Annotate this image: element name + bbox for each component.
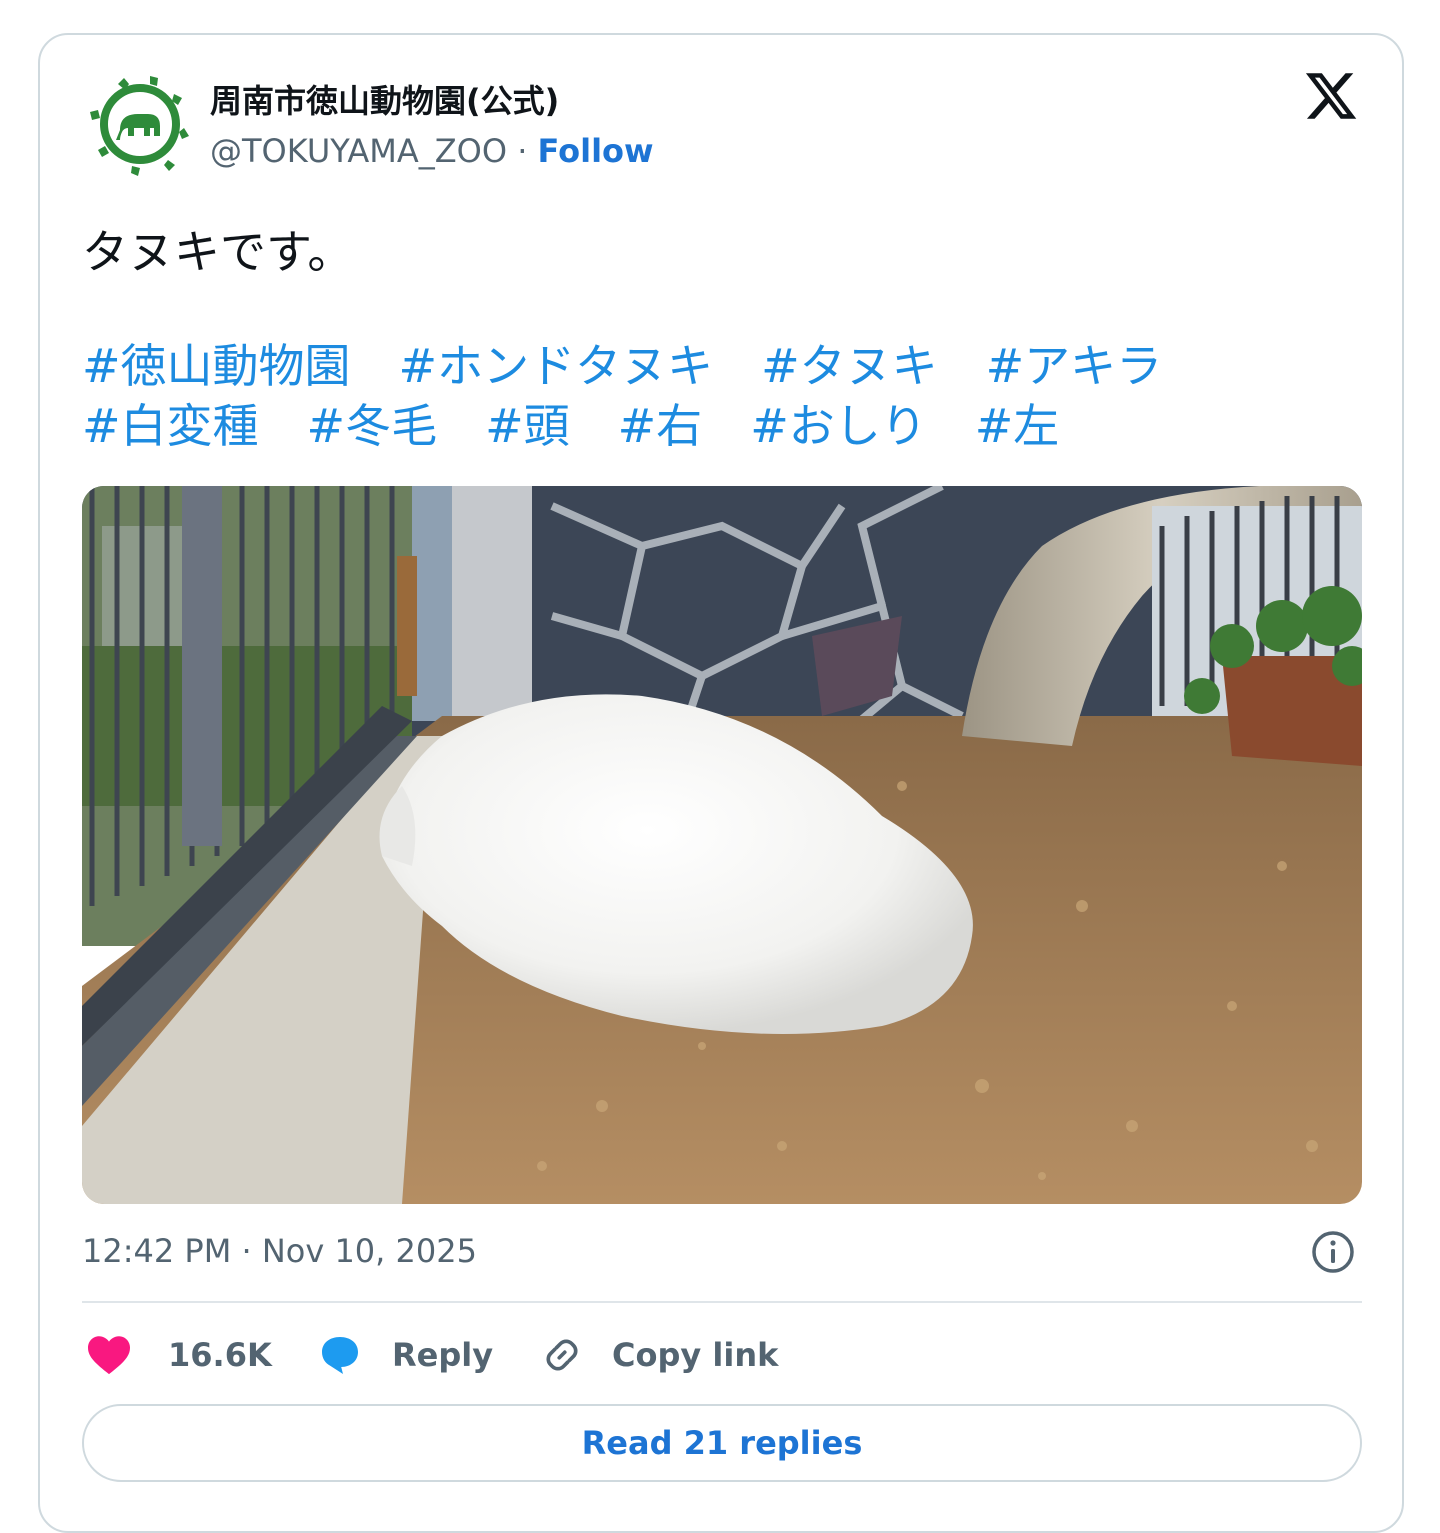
- hashtag-link[interactable]: #徳山動物園: [82, 336, 351, 396]
- hashtag-link[interactable]: #冬毛: [307, 396, 438, 456]
- tweet-timestamp[interactable]: 12:42 PM · Nov 10, 2025: [82, 1232, 477, 1270]
- reply-button[interactable]: Reply: [316, 1330, 493, 1380]
- hashtag-list: #徳山動物園 #ホンドタヌキ #タヌキ #アキラ #白変種 #冬毛 #頭 #右 #おしり #左: [82, 336, 1342, 456]
- hashtag-link[interactable]: #おしり: [750, 396, 927, 456]
- follow-button[interactable]: Follow: [538, 132, 654, 170]
- zoo-elephant-logo-icon: [90, 74, 190, 176]
- divider: [82, 1301, 1362, 1303]
- tweet-text: タヌキです。: [82, 225, 354, 279]
- avatar[interactable]: [88, 72, 192, 176]
- read-replies-label: Read 21 replies: [581, 1424, 863, 1462]
- tweet-photo[interactable]: [82, 486, 1362, 1204]
- like-button[interactable]: 16.6K: [86, 1330, 272, 1380]
- like-count: 16.6K: [168, 1336, 272, 1374]
- x-logo-icon[interactable]: [1303, 68, 1359, 124]
- copy-link-label: Copy link: [612, 1336, 779, 1374]
- account-name[interactable]: 周南市徳山動物園(公式): [210, 76, 559, 122]
- read-replies-button[interactable]: Read 21 replies: [82, 1404, 1362, 1482]
- hashtag-link[interactable]: #左: [975, 396, 1060, 456]
- handle-row: @TOKUYAMA_ZOO · Follow: [210, 132, 654, 170]
- hashtag-link[interactable]: #頭: [485, 396, 570, 456]
- hashtag-link[interactable]: #白変種: [82, 396, 259, 456]
- hashtag-link[interactable]: #タヌキ: [761, 336, 938, 396]
- hashtag-link[interactable]: #アキラ: [986, 336, 1163, 396]
- link-icon: [546, 1339, 578, 1371]
- account-handle[interactable]: @TOKUYAMA_ZOO: [210, 132, 507, 170]
- hashtag-link[interactable]: #ホンドタヌキ: [399, 336, 714, 396]
- copy-link-button[interactable]: Copy link: [540, 1330, 778, 1380]
- hashtag-link[interactable]: #右: [618, 396, 703, 456]
- reply-label: Reply: [392, 1336, 494, 1374]
- info-icon[interactable]: [1310, 1229, 1356, 1275]
- handle-separator: ·: [517, 132, 528, 170]
- heart-icon: [88, 1336, 130, 1375]
- reply-bubble-icon: [322, 1337, 358, 1374]
- white-raccoon-dog-photo: [82, 486, 1362, 1204]
